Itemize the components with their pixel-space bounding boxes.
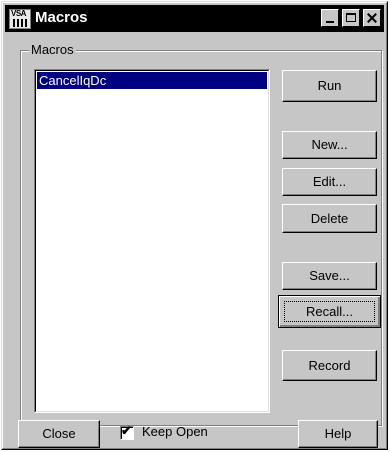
grid-icon [13, 19, 27, 27]
vsa-icon-text: VSA [11, 9, 26, 18]
close-label: Close [42, 426, 76, 441]
minimize-icon [322, 10, 338, 26]
delete-button[interactable]: Delete [282, 204, 377, 233]
run-button[interactable]: Run [282, 70, 377, 102]
close-window-button[interactable] [363, 9, 381, 27]
minimize-button[interactable] [321, 9, 339, 27]
keep-open-label[interactable]: Keep Open [142, 424, 208, 439]
edit-button[interactable]: Edit... [282, 168, 377, 196]
edit-label: Edit... [312, 174, 347, 189]
close-button[interactable]: Close [18, 420, 100, 448]
close-icon [364, 10, 380, 26]
macros-listbox[interactable]: CancelIqDc [34, 69, 270, 413]
recall-button[interactable]: Recall... [278, 295, 381, 328]
listbox-frame [35, 70, 269, 412]
checkmark-icon: ✔ [121, 423, 132, 438]
maximize-button[interactable] [342, 9, 360, 27]
title-bar[interactable]: VSA Macros [5, 5, 384, 32]
window-title: Macros [35, 9, 88, 26]
record-label: Record [308, 358, 351, 373]
keep-open-checkbox[interactable]: ✔ [120, 423, 134, 440]
list-item[interactable]: CancelIqDc [37, 72, 267, 89]
help-label: Help [324, 426, 352, 441]
save-label: Save... [309, 268, 350, 283]
focus-rect [284, 301, 375, 322]
delete-label: Delete [310, 211, 349, 226]
maximize-icon [343, 10, 359, 26]
vsa-app-icon[interactable]: VSA [9, 9, 31, 29]
new-label: New... [311, 137, 348, 152]
macros-group-label: Macros [29, 42, 76, 57]
save-button[interactable]: Save... [282, 262, 377, 290]
record-button[interactable]: Record [282, 350, 377, 381]
new-button[interactable]: New... [282, 131, 377, 159]
run-label: Run [317, 78, 342, 93]
help-button[interactable]: Help [298, 420, 378, 448]
